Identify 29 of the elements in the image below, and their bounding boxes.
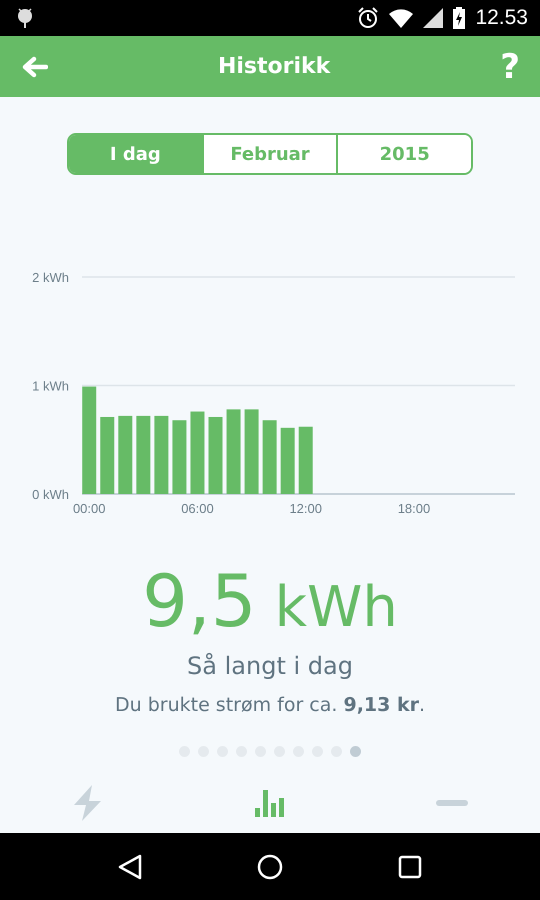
- period-tab[interactable]: Februar: [202, 135, 336, 173]
- x-axis-label: 00:00: [72, 501, 106, 516]
- android-icon: [16, 8, 34, 28]
- back-nav-button[interactable]: [118, 854, 142, 880]
- total-caption: Så langt i dag: [186, 652, 354, 680]
- total-value: 9,5: [142, 561, 257, 641]
- page-dot[interactable]: [350, 746, 361, 757]
- recents-nav-button[interactable]: [398, 854, 422, 878]
- total-unit: kWh: [274, 574, 398, 642]
- x-axis-label: 06:00: [181, 501, 214, 516]
- battery-icon: [453, 7, 466, 29]
- back-arrow-icon[interactable]: [22, 56, 48, 78]
- alarm-icon: [357, 7, 380, 29]
- period-tab[interactable]: I dag: [69, 135, 202, 173]
- home-nav-button[interactable]: [256, 854, 283, 880]
- x-axis-label: 12:00: [289, 501, 322, 516]
- y-axis-label: 1 kWh: [32, 378, 69, 394]
- clock-time: 12.53: [475, 6, 528, 30]
- bar: [298, 426, 313, 494]
- signal-icon: [423, 8, 444, 28]
- wifi-icon: [389, 8, 414, 28]
- y-axis-label: 2 kWh: [32, 270, 69, 285]
- bar: [280, 428, 295, 494]
- help-button[interactable]: ?: [500, 46, 520, 86]
- cost-text: Du brukte strøm for ca. 9,13 kr.: [114, 694, 426, 716]
- y-axis-label: 0 kWh: [32, 487, 69, 502]
- period-tab[interactable]: 2015: [336, 135, 471, 173]
- x-axis-label: 18:00: [398, 501, 430, 516]
- screen-title: Historikk: [218, 54, 330, 79]
